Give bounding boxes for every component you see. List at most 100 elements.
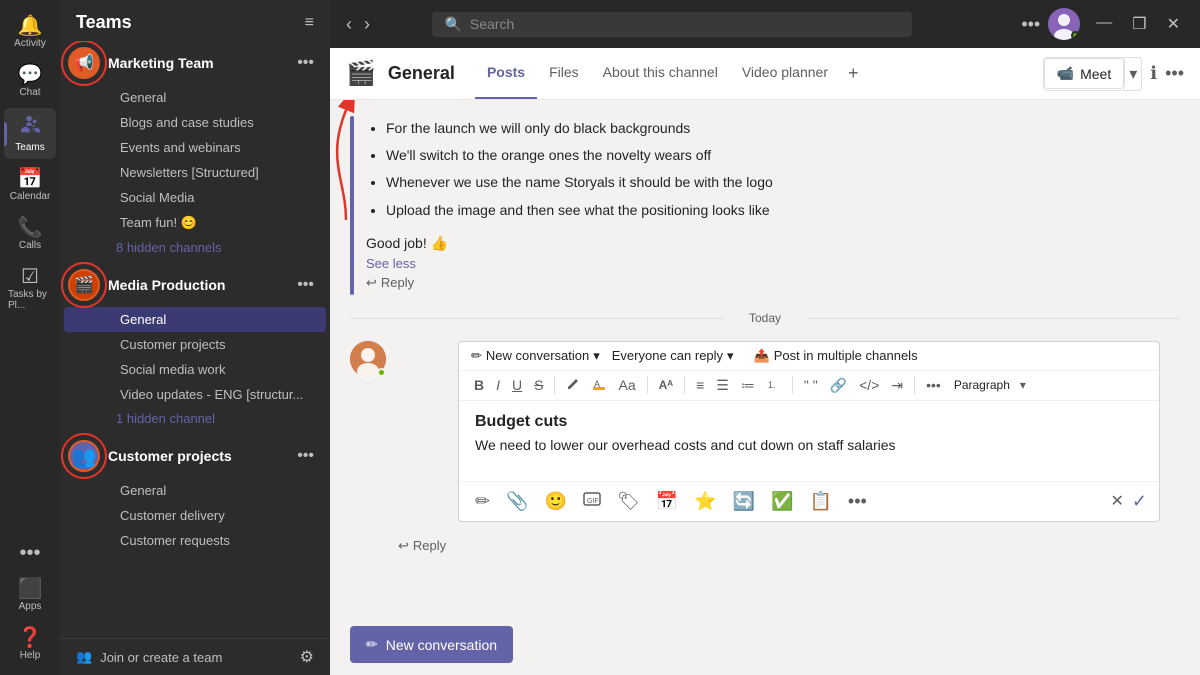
media-hidden-channels[interactable]: 1 hidden channel <box>60 407 330 430</box>
nav-item-help[interactable]: ❓ Help <box>4 622 56 667</box>
team-more-marketing[interactable]: ••• <box>297 54 314 72</box>
more-compose-btn[interactable]: ••• <box>844 489 871 514</box>
tab-files[interactable]: Files <box>537 50 591 99</box>
font-size-btn[interactable]: Aa <box>615 375 638 395</box>
praise-btn[interactable]: ⭐ <box>690 489 720 514</box>
indent-btn[interactable]: ⇥ <box>888 375 906 396</box>
search-input[interactable] <box>470 16 901 32</box>
nav-item-teams[interactable]: Teams <box>4 108 56 159</box>
channel-more-icon[interactable]: ••• <box>1165 63 1184 84</box>
bullet-list-btn[interactable]: ☰ <box>713 375 732 396</box>
everyone-reply-dropdown[interactable]: Everyone can reply ▾ <box>612 348 734 364</box>
left-align-btn[interactable]: ≡ <box>693 375 707 395</box>
everyone-dropdown-icon: ▾ <box>727 348 734 364</box>
new-conversation-button[interactable]: ✏ New conversation <box>350 626 513 663</box>
channel-social-media-work[interactable]: Social media work <box>64 357 326 382</box>
para-dropdown-icon[interactable]: ▾ <box>1020 378 1026 392</box>
new-conversation-dropdown[interactable]: ✏ New conversation ▾ <box>471 348 600 364</box>
marketing-hidden-channels[interactable]: 8 hidden channels <box>60 236 330 259</box>
sidebar-filter-icon[interactable]: ≡ <box>305 14 314 32</box>
team-header-marketing[interactable]: 📢 Marketing Team ••• <box>60 41 330 85</box>
channel-blogs[interactable]: Blogs and case studies <box>64 110 326 135</box>
close-button[interactable]: ✕ <box>1159 10 1188 38</box>
italic-button[interactable]: I <box>493 375 503 395</box>
tab-posts[interactable]: Posts <box>475 50 537 99</box>
channel-customer-delivery[interactable]: Customer delivery <box>64 503 326 528</box>
channel-customer-requests[interactable]: Customer requests <box>64 528 326 553</box>
settings-icon[interactable]: ⚙ <box>300 647 314 667</box>
emoji-btn[interactable]: 🙂 <box>541 489 571 514</box>
bold-button[interactable]: B <box>471 375 487 395</box>
highlight-btn[interactable] <box>563 375 583 396</box>
team-header-customer[interactable]: 👥 Customer projects ••• <box>60 434 330 478</box>
sticker-btn[interactable]: 🏷 <box>613 489 644 514</box>
back-arrow[interactable]: ‹ <box>342 10 356 39</box>
meet-button[interactable]: 📹 Meet <box>1044 58 1125 89</box>
reply-link-old[interactable]: ↩ Reply <box>366 271 773 295</box>
toolbar-more-btn[interactable]: ••• <box>923 375 944 395</box>
bullet-1: For the launch we will only do black bac… <box>386 116 773 141</box>
team-avatar-marketing: 📢 <box>68 47 100 79</box>
nav-label-apps: Apps <box>19 601 42 612</box>
loop-btn[interactable]: 🔄 <box>729 489 759 514</box>
user-avatar[interactable] <box>1048 8 1080 40</box>
bullet-2: We'll switch to the orange ones the nove… <box>386 143 773 168</box>
code-btn[interactable]: </> <box>856 375 882 395</box>
channel-events[interactable]: Events and webinars <box>64 135 326 160</box>
nav-item-chat[interactable]: 💬 Chat <box>4 59 56 104</box>
nav-item-more[interactable]: ••• <box>4 537 56 569</box>
link-btn[interactable]: 🔗 <box>827 375 850 396</box>
forward-arrow[interactable]: › <box>360 10 374 39</box>
join-team-button[interactable]: 👥 Join or create a team <box>76 649 222 665</box>
ordered-list-btn[interactable]: 1. <box>764 375 784 396</box>
channel-customer-general[interactable]: General <box>64 478 326 503</box>
channel-marketing-general[interactable]: General <box>64 85 326 110</box>
nav-item-apps[interactable]: ⬛ Apps <box>4 573 56 618</box>
compose-text[interactable]: We need to lower our overhead costs and … <box>475 437 1143 453</box>
channel-media-general[interactable]: General <box>64 307 326 332</box>
maximize-button[interactable]: ❒ <box>1124 10 1154 38</box>
channel-team-fun[interactable]: Team fun! 😊 <box>64 210 326 236</box>
compose-footer: ✏ 📎 🙂 GIF 🏷 📅 ⭐ 🔄 ✅ 📋 <box>459 481 1159 521</box>
attach-btn[interactable]: 📎 <box>502 489 532 514</box>
nav-rail: 🔔 Activity 💬 Chat Teams 📅 Calendar 📞 Cal… <box>0 0 60 675</box>
team-more-customer[interactable]: ••• <box>297 447 314 465</box>
gif-btn[interactable]: GIF <box>579 488 605 515</box>
tab-video-planner[interactable]: Video planner <box>730 50 840 99</box>
compose-body[interactable]: Budget cuts We need to lower our overhea… <box>459 401 1159 481</box>
format-btn[interactable]: ✏ <box>471 489 494 514</box>
channel-video-updates[interactable]: Video updates - ENG [structur... <box>64 382 326 407</box>
numbered-list-btn[interactable]: ≔ <box>738 375 758 396</box>
nav-item-tasks[interactable]: ☑ Tasks by Pl... <box>4 261 56 317</box>
see-less-link[interactable]: See less <box>366 256 773 271</box>
join-team-label: Join or create a team <box>100 650 222 665</box>
channel-newsletters[interactable]: Newsletters [Structured] <box>64 160 326 185</box>
tab-about[interactable]: About this channel <box>591 50 730 99</box>
channel-social-media[interactable]: Social Media <box>64 185 326 210</box>
team-header-media[interactable]: 🎬 Media Production ••• <box>60 263 330 307</box>
color-btn[interactable]: A <box>589 375 609 396</box>
meet-dropdown[interactable]: ▾ <box>1124 58 1141 90</box>
info-icon[interactable]: ℹ <box>1150 63 1157 84</box>
compose-send-button[interactable]: ✓ <box>1132 491 1147 512</box>
underline-button[interactable]: U <box>509 375 525 395</box>
meet-compose-btn[interactable]: 📅 <box>652 489 682 514</box>
reply-link-new[interactable]: ↩ Reply <box>398 534 1180 558</box>
compose-cancel-button[interactable]: ✕ <box>1111 491 1124 511</box>
topbar-more-icon[interactable]: ••• <box>1021 14 1040 35</box>
font-color-btn[interactable]: Aᴬ <box>656 376 677 394</box>
nav-item-calls[interactable]: 📞 Calls <box>4 212 56 257</box>
add-tab-icon[interactable]: + <box>840 49 867 98</box>
top-bar: ‹ › 🔍 ••• — ❒ ✕ <box>330 0 1200 48</box>
team-more-media[interactable]: ••• <box>297 276 314 294</box>
forms-btn[interactable]: 📋 <box>805 489 835 514</box>
minimize-button[interactable]: — <box>1088 10 1120 38</box>
nav-item-activity[interactable]: 🔔 Activity <box>4 10 56 55</box>
quote-btn[interactable]: " " <box>801 375 821 395</box>
channel-customer-projects[interactable]: Customer projects <box>64 332 326 357</box>
post-multi-channels[interactable]: 📤 Post in multiple channels <box>754 348 918 364</box>
strikethrough-button[interactable]: S <box>531 375 546 395</box>
nav-item-calendar[interactable]: 📅 Calendar <box>4 163 56 208</box>
paragraph-select[interactable]: Paragraph <box>950 376 1014 394</box>
tasks-btn[interactable]: ✅ <box>767 489 797 514</box>
